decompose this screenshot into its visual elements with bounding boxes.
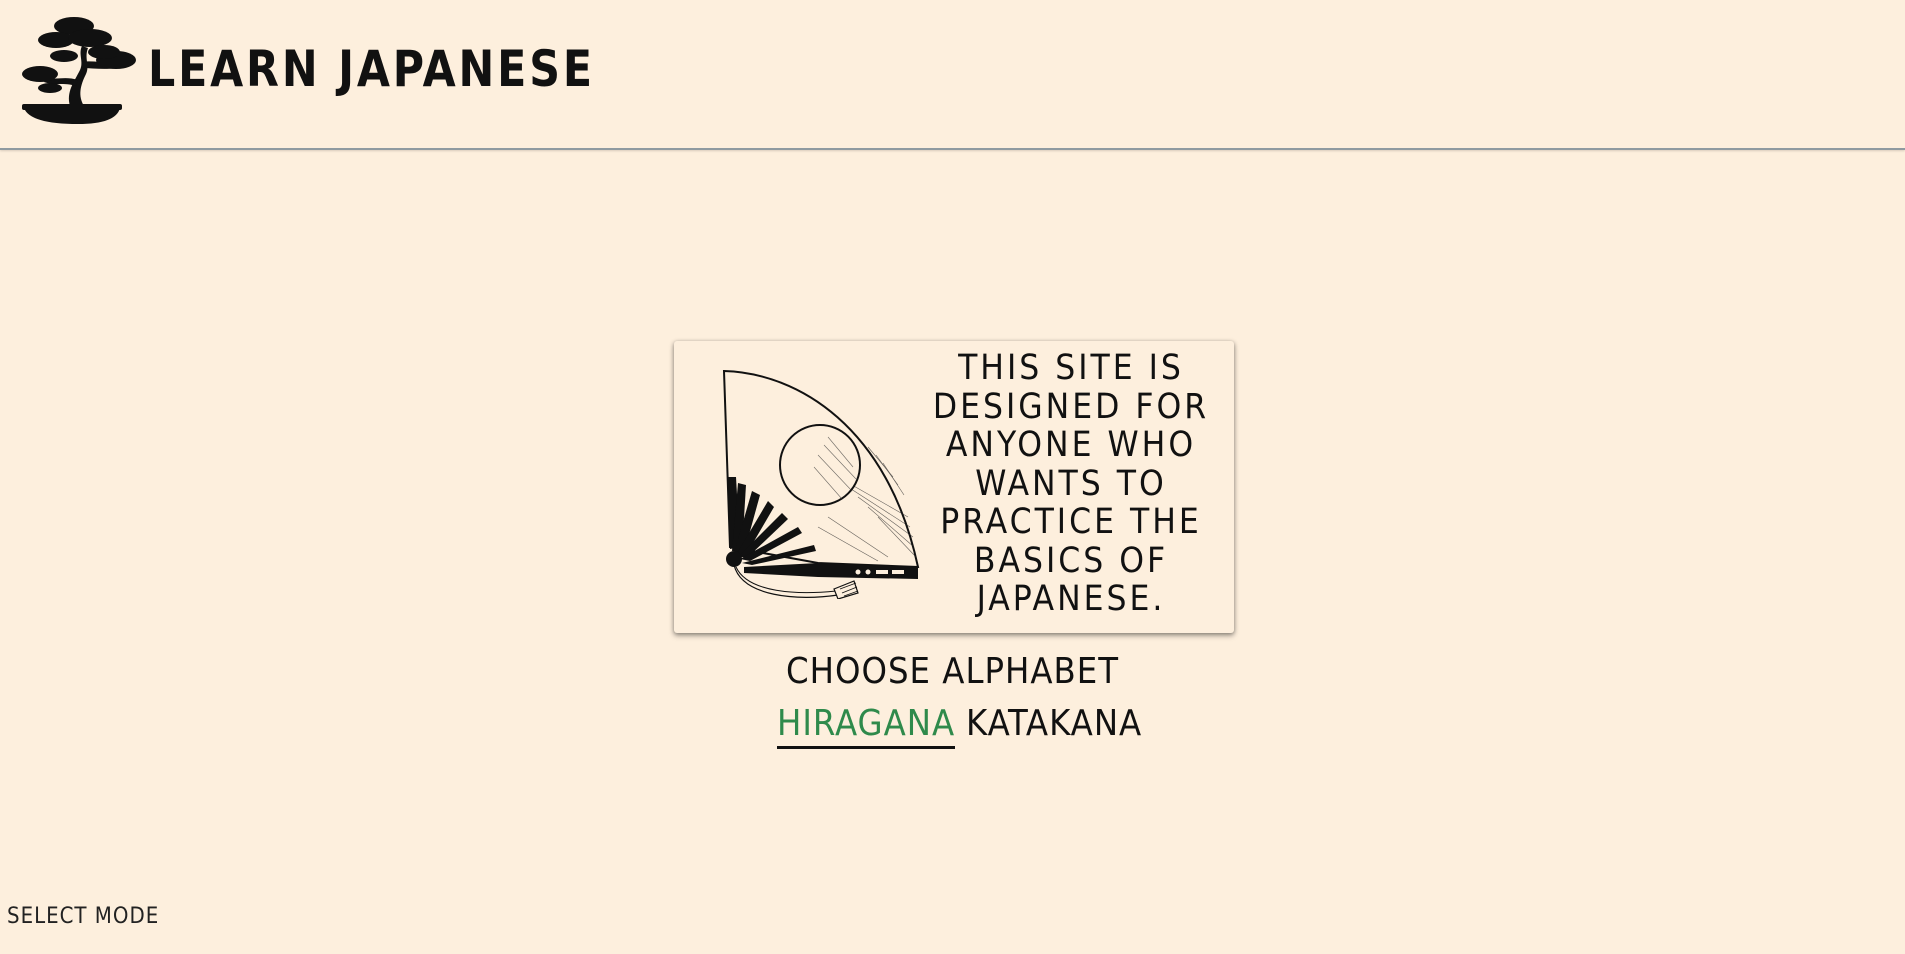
intro-card: THIS SITE IS DESIGNED FOR ANYONE WHO WAN…: [674, 341, 1234, 633]
bonsai-tree-icon[interactable]: [20, 12, 138, 126]
folding-fan-icon: [718, 367, 928, 600]
select-mode-link[interactable]: SELECT MODE: [7, 904, 159, 929]
hiragana-option[interactable]: HIRAGANA: [777, 703, 956, 749]
alphabet-options: HIRAGANA KATAKANA: [0, 703, 1905, 753]
site-title[interactable]: LEARN JAPANESE: [148, 40, 595, 98]
site-header: LEARN JAPANESE: [0, 0, 1905, 150]
page: LEARN JAPANESE THIS SITE IS DESIGNED FOR…: [0, 0, 1905, 954]
choose-alphabet-label: CHOOSE ALPHABET: [786, 651, 1119, 692]
intro-text: THIS SITE IS DESIGNED FOR ANYONE WHO WAN…: [932, 348, 1210, 619]
choose-alphabet-heading: CHOOSE ALPHABET: [0, 651, 1905, 692]
katakana-option[interactable]: KATAKANA: [966, 703, 1142, 744]
